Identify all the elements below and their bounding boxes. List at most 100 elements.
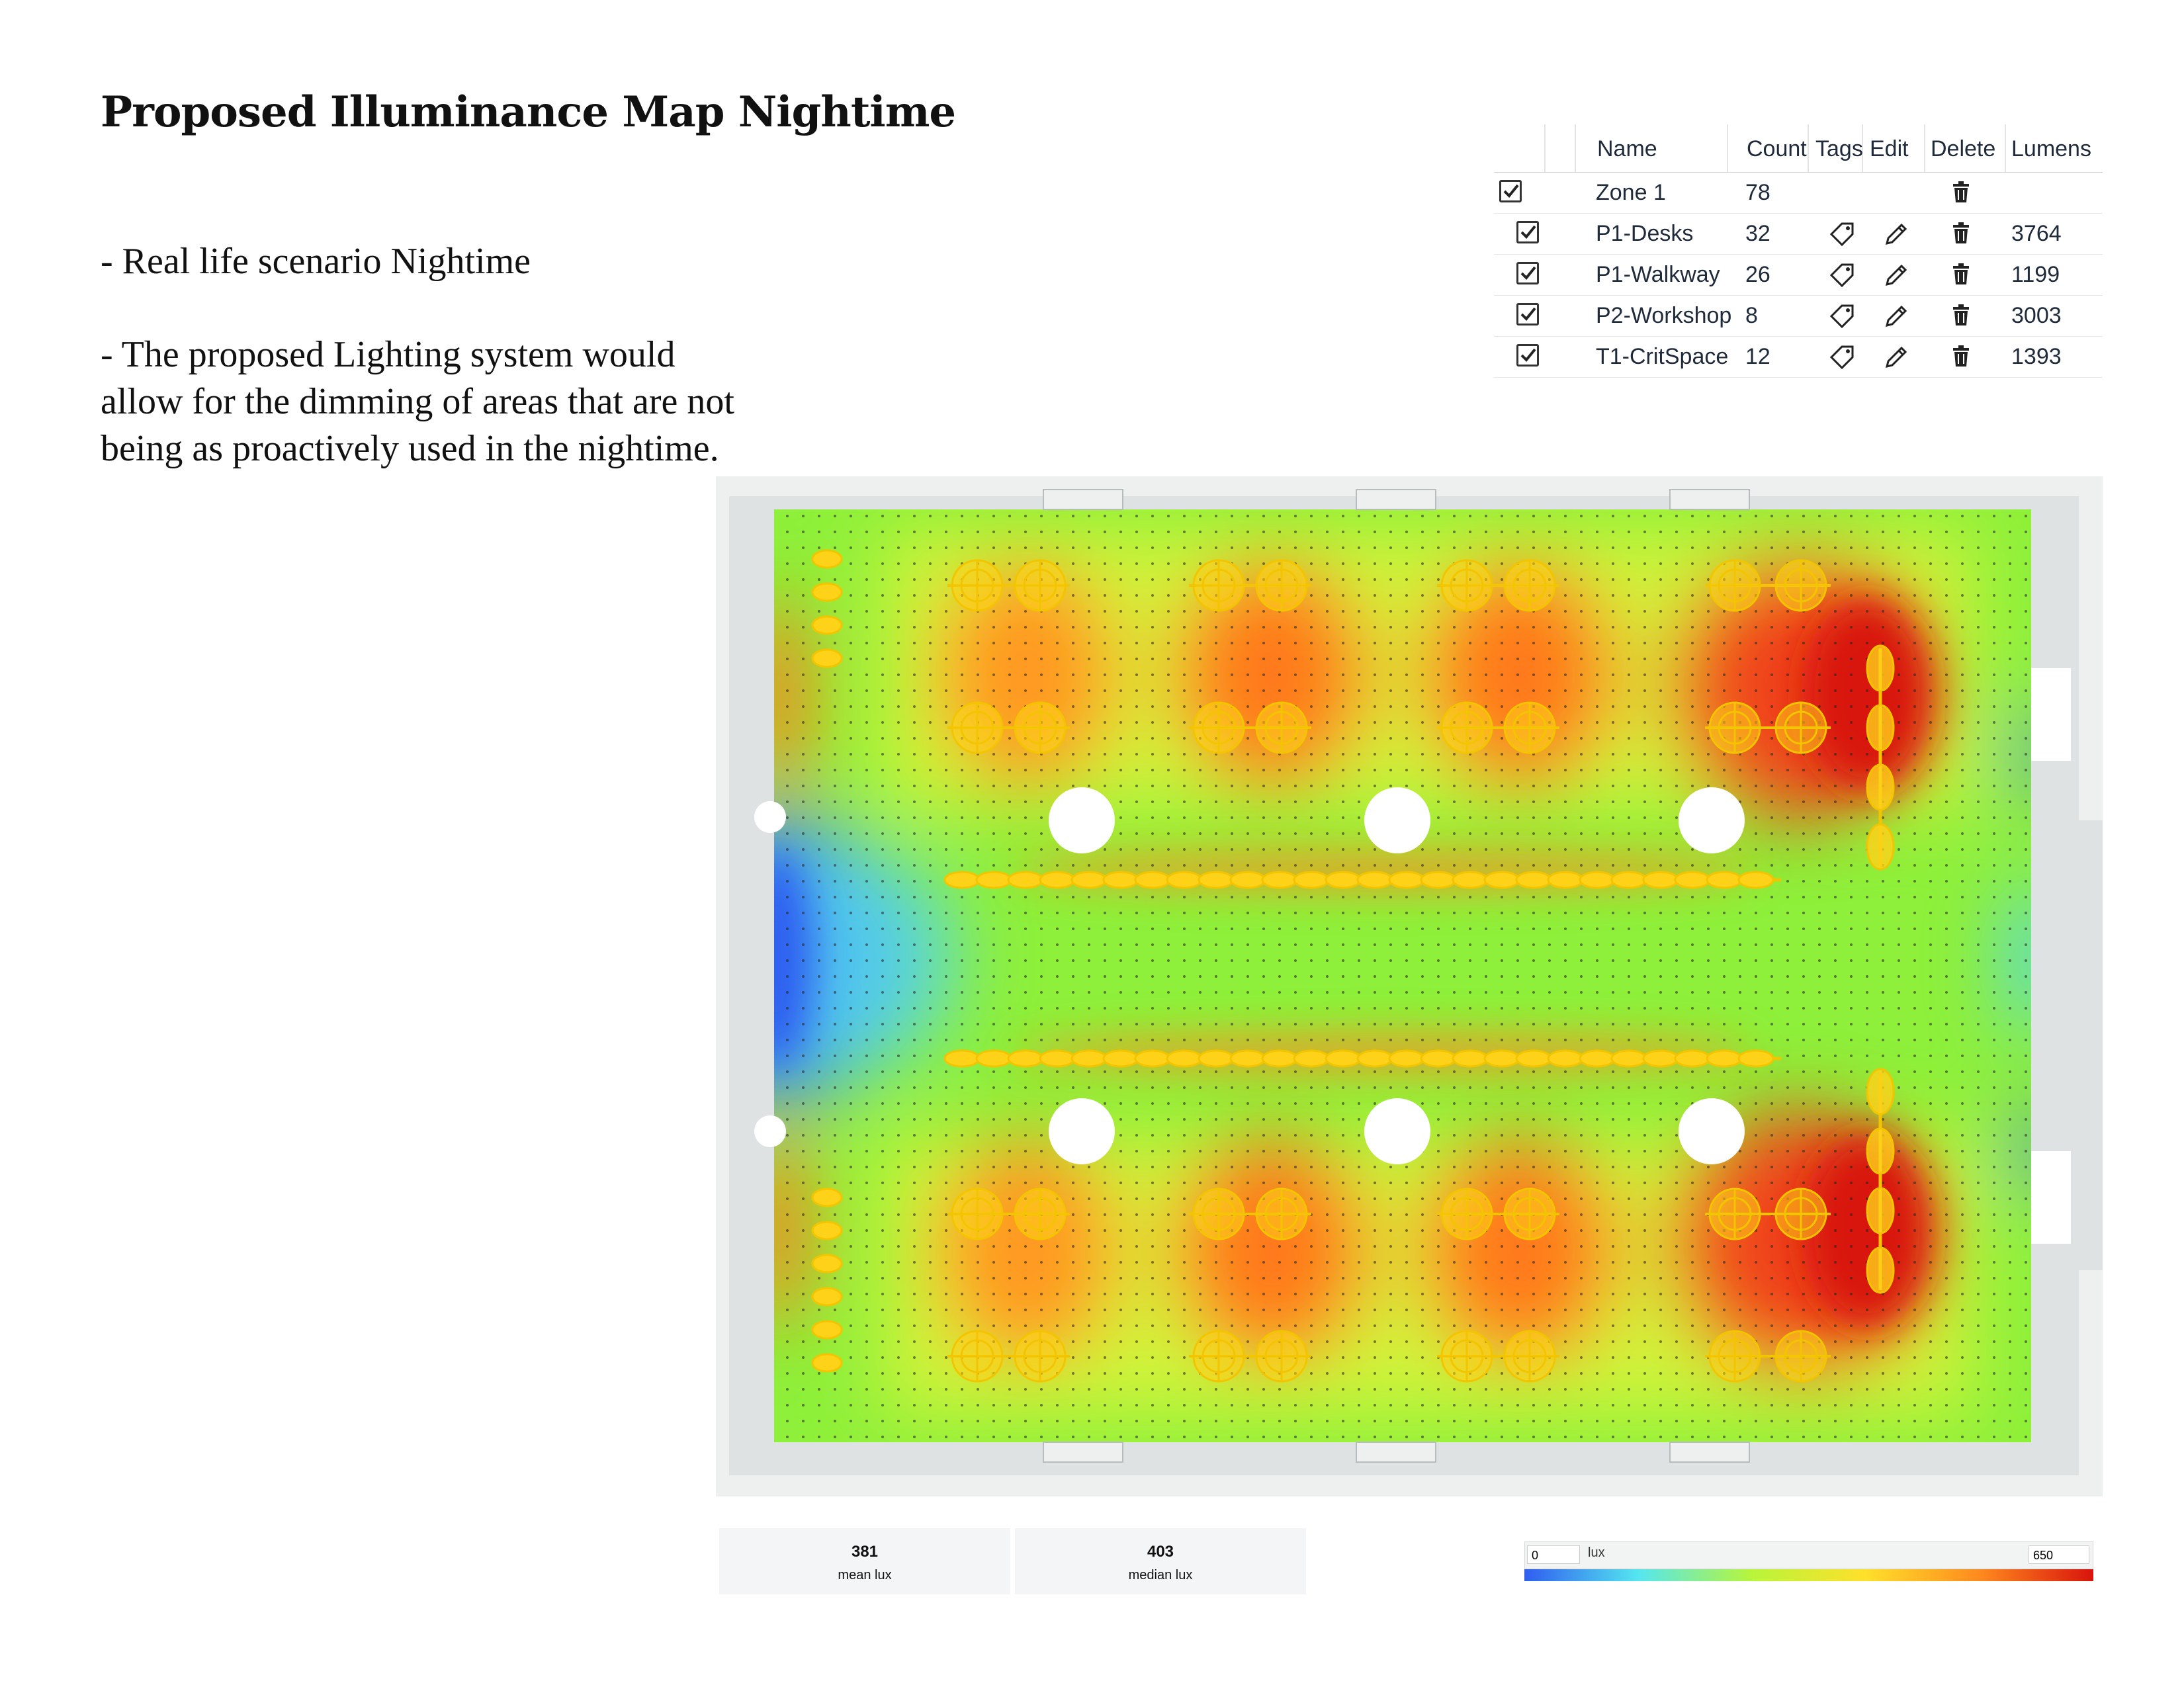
checkmark-icon (1503, 184, 1519, 198)
walkway-light (1483, 1049, 1520, 1068)
wall-washer (811, 1188, 843, 1207)
walkway-light (1007, 871, 1044, 889)
wall-washer (811, 1254, 843, 1274)
mean-lux-value: 381 (851, 1543, 879, 1561)
walkway-light (1388, 1049, 1425, 1068)
col-count[interactable]: Count (1747, 136, 1807, 162)
zone-checkbox[interactable] (1516, 262, 1539, 284)
zone-count: 26 (1745, 262, 1770, 287)
walkway-light (1166, 871, 1203, 889)
walkway-light (1420, 871, 1457, 889)
walkway-light (1229, 871, 1266, 889)
zone-name: P1-Desks (1596, 221, 1694, 246)
zone-checkbox[interactable] (1516, 303, 1539, 325)
walkway-light (1325, 1049, 1362, 1068)
tag-icon[interactable] (1829, 344, 1855, 375)
wall-washer (811, 1320, 843, 1340)
tag-icon[interactable] (1829, 221, 1855, 252)
wall-washer (811, 1353, 843, 1373)
heat-field (774, 509, 2031, 1442)
bullet-1: - Real life scenario Nightime (101, 241, 531, 282)
walkway-light (1039, 871, 1076, 889)
zones-table-header: Name Count Tags Edit Delete Lumens (1494, 124, 2103, 173)
walkway-light (1356, 1049, 1393, 1068)
col-tags[interactable]: Tags (1815, 136, 1863, 162)
legend-unit: lux (1588, 1545, 1605, 1560)
zone-row[interactable]: P2-Workshop 8 3003 (1494, 295, 2103, 337)
pencil-icon[interactable] (1883, 344, 1909, 375)
walkway-light (1642, 871, 1679, 889)
zones-table: Name Count Tags Edit Delete Lumens Zone … (1494, 124, 2103, 379)
zone-row[interactable]: Zone 1 78 (1494, 172, 2103, 214)
zone-count: 78 (1745, 180, 1770, 205)
walkway-light (1261, 871, 1298, 889)
zone-checkbox[interactable] (1516, 344, 1539, 367)
zone-row[interactable]: P1-Desks 32 3764 (1494, 213, 2103, 255)
zone-row[interactable]: T1-CritSpace 12 1393 (1494, 336, 2103, 378)
walkway-light (1610, 871, 1647, 889)
checkmark-icon (1520, 307, 1536, 321)
zone-row[interactable]: P1-Walkway 26 1199 (1494, 254, 2103, 296)
tag-icon[interactable] (1829, 262, 1855, 293)
wall-washer (811, 1287, 843, 1307)
tag-icon[interactable] (1829, 303, 1855, 334)
critspace-light (1866, 1187, 1895, 1234)
walkway-light (1452, 1049, 1489, 1068)
zone-checkbox[interactable] (1499, 180, 1522, 202)
walkway-light (1674, 1049, 1711, 1068)
trash-icon[interactable] (1950, 262, 1972, 292)
walkway-light (1706, 1049, 1743, 1068)
walkway-light (1452, 871, 1489, 889)
walkway-light (1483, 871, 1520, 889)
walkway-light (1515, 1049, 1552, 1068)
zone-name: P1-Walkway (1596, 262, 1720, 287)
zone-checkbox[interactable] (1516, 221, 1539, 243)
trash-icon[interactable] (1950, 344, 1972, 374)
zone-name: Zone 1 (1596, 180, 1666, 205)
walkway-light (1547, 871, 1584, 889)
legend-min-input[interactable]: 0 (1527, 1545, 1580, 1564)
walkway-light (1070, 871, 1108, 889)
trash-icon[interactable] (1950, 221, 1972, 251)
walkway-light (1515, 871, 1552, 889)
walkway-light (1610, 1049, 1647, 1068)
zone-count: 12 (1745, 344, 1770, 369)
description: - Real life scenario Nightime - The prop… (101, 238, 736, 519)
walkway-light (1737, 871, 1774, 889)
walkway-light (1102, 871, 1139, 889)
walkway-light (943, 871, 981, 889)
trash-icon[interactable] (1950, 180, 1972, 210)
walkway-light (975, 871, 1012, 889)
walkway-light (1642, 1049, 1679, 1068)
zone-name: P2-Workshop (1596, 303, 1732, 328)
wall-washer (811, 615, 843, 635)
illuminance-map[interactable] (716, 476, 2103, 1496)
critspace-light (1866, 644, 1895, 692)
legend-max-input[interactable]: 650 (2029, 1545, 2089, 1564)
pencil-icon[interactable] (1883, 262, 1909, 293)
pencil-icon[interactable] (1883, 303, 1909, 334)
col-edit[interactable]: Edit (1870, 136, 1909, 162)
critspace-light (1866, 1068, 1895, 1115)
checkmark-icon (1520, 348, 1536, 362)
pencil-icon[interactable] (1883, 221, 1909, 252)
walkway-light (1388, 871, 1425, 889)
mean-lux-card: 381 mean lux (719, 1528, 1010, 1594)
walkway-light (943, 1049, 981, 1068)
trash-icon[interactable] (1950, 303, 1972, 333)
critspace-light (1866, 823, 1895, 871)
median-lux-label: median lux (1128, 1568, 1193, 1582)
walkway-light (1261, 1049, 1298, 1068)
walkway-light (1198, 1049, 1235, 1068)
walkway-light (1420, 1049, 1457, 1068)
col-lumens[interactable]: Lumens (2011, 136, 2091, 162)
col-delete[interactable]: Delete (1931, 136, 1995, 162)
walkway-light (1007, 1049, 1044, 1068)
col-name[interactable]: Name (1597, 136, 1657, 162)
walkway-light (1134, 871, 1171, 889)
checkmark-icon (1520, 225, 1536, 239)
walkway-light (1166, 1049, 1203, 1068)
walkway-light (1070, 1049, 1108, 1068)
legend-color-bar (1524, 1569, 2093, 1581)
zone-name: T1-CritSpace (1596, 344, 1729, 369)
